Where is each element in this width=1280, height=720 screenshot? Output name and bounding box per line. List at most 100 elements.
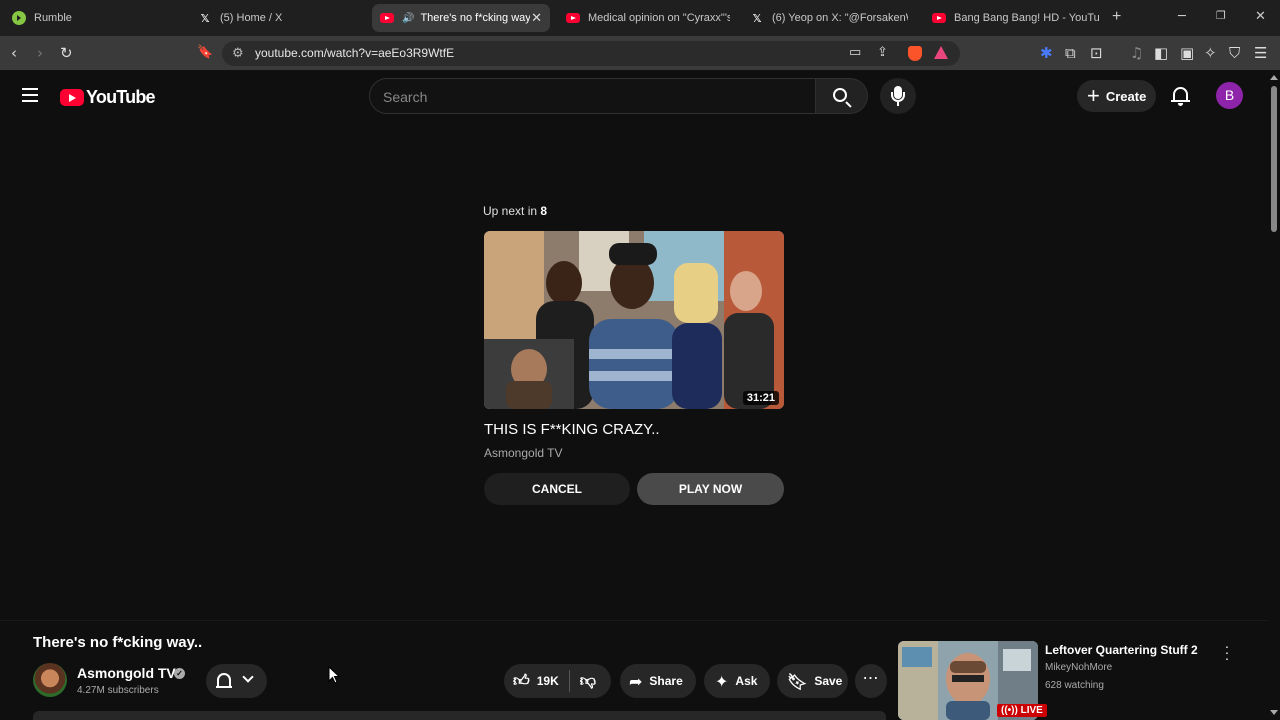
- address-bar[interactable]: ⚙ youtube.com/watch?v=aeEo3R9WtfE ▭ ⇪: [222, 41, 960, 66]
- screenshot-icon[interactable]: ⊡: [1090, 44, 1103, 62]
- cancel-button[interactable]: CANCEL: [484, 473, 630, 505]
- recommendation-viewers: 628 watching: [1045, 680, 1104, 691]
- voice-search-button[interactable]: [880, 78, 916, 114]
- up-next-title[interactable]: THIS IS F**KING CRAZY..: [484, 421, 660, 438]
- broadcast-icon: ((•)): [1001, 705, 1021, 716]
- page-scrollbar[interactable]: [1268, 72, 1280, 720]
- bookmark-icon[interactable]: 🔖: [197, 44, 213, 62]
- tab-close-icon[interactable]: ✕: [531, 10, 542, 26]
- account-avatar[interactable]: B: [1216, 82, 1243, 109]
- tab-x-home[interactable]: 𝕏 (5) Home / X: [190, 5, 366, 31]
- share-page-icon[interactable]: ⇪: [877, 44, 888, 62]
- subscriber-count: 4.27M subscribers: [77, 685, 159, 696]
- tab-title: Medical opinion on "Cyraxx"'s m: [588, 12, 730, 24]
- share-label: Share: [649, 674, 683, 688]
- recommendation-title[interactable]: Leftover Quartering Stuff 2: [1045, 643, 1198, 657]
- youtube-icon: [566, 13, 580, 23]
- search-placeholder: Search: [383, 89, 428, 105]
- save-button[interactable]: 🔖︎ Save: [777, 664, 848, 698]
- menu-icon[interactable]: ☰: [1254, 44, 1267, 62]
- channel-name[interactable]: Asmongold TV: [77, 665, 176, 681]
- share-icon: ➦: [629, 671, 643, 691]
- tab-title: (5) Home / X: [220, 12, 283, 24]
- recommendation-channel[interactable]: MikeyNohMore: [1045, 662, 1112, 673]
- speaker-icon[interactable]: 🔊: [402, 13, 414, 24]
- search-input[interactable]: Search: [369, 78, 816, 114]
- up-next-thumbnail[interactable]: 31:21: [484, 231, 784, 409]
- cast-icon[interactable]: ▭: [849, 44, 861, 62]
- thumbs-down-icon[interactable]: 👎︎: [580, 671, 596, 691]
- play-now-button[interactable]: PLAY NOW: [637, 473, 784, 505]
- new-tab-icon[interactable]: +: [1112, 8, 1121, 26]
- tab-medical-opinion[interactable]: Medical opinion on "Cyraxx"'s m: [558, 5, 730, 31]
- youtube-logo[interactable]: YouTube: [60, 87, 156, 108]
- tab-rumble[interactable]: Rumble: [4, 5, 182, 31]
- guide-menu-icon[interactable]: [22, 88, 38, 102]
- youtube-icon: [932, 13, 946, 23]
- restore-icon[interactable]: ❐: [1216, 9, 1226, 22]
- brave-rewards-icon[interactable]: [934, 46, 948, 59]
- forward-icon[interactable]: ›: [37, 44, 43, 62]
- create-button[interactable]: + Create: [1077, 80, 1156, 112]
- search-button[interactable]: [816, 78, 868, 114]
- more-actions-button[interactable]: ⋯: [855, 664, 887, 698]
- window-close-icon[interactable]: ✕: [1255, 9, 1266, 24]
- rumble-icon: [12, 11, 26, 25]
- plus-icon: +: [1087, 83, 1100, 108]
- scroll-thumb[interactable]: [1271, 86, 1277, 232]
- subscribed-notifications-button[interactable]: [206, 664, 267, 698]
- logo-text: YouTube: [86, 87, 156, 107]
- scroll-down-arrow-icon[interactable]: [1270, 710, 1278, 715]
- video-title: There's no f*cking way..: [33, 634, 203, 651]
- like-dislike-group: 👍︎ 19K 👎︎: [504, 664, 611, 698]
- wallet-icon[interactable]: ✱: [1040, 44, 1053, 62]
- live-badge: ((•)) LIVE: [997, 704, 1047, 717]
- url-text[interactable]: youtube.com/watch?v=aeEo3R9WtfE: [255, 46, 454, 60]
- minimize-icon[interactable]: ─: [1178, 9, 1186, 24]
- notifications-bell-icon[interactable]: [1171, 86, 1190, 106]
- create-label: Create: [1105, 88, 1147, 104]
- reload-icon[interactable]: ↻: [60, 44, 73, 62]
- media-icon[interactable]: ♫: [1130, 44, 1143, 62]
- site-info-icon[interactable]: ⚙: [232, 45, 244, 61]
- tab-youtube-active[interactable]: 🔊 There's no f*cking way.. ✕: [372, 4, 550, 32]
- channel-avatar[interactable]: [33, 663, 67, 697]
- leo-ai-icon[interactable]: ✧: [1204, 44, 1217, 62]
- save-playlist-icon: 🔖︎: [787, 671, 808, 691]
- description-box[interactable]: [33, 711, 886, 720]
- countdown: 8: [540, 204, 548, 218]
- up-next-channel[interactable]: Asmongold TV: [484, 446, 563, 460]
- scroll-up-arrow-icon[interactable]: [1270, 75, 1278, 80]
- like-count: 19K: [536, 674, 559, 688]
- youtube-icon: [380, 13, 394, 23]
- kebab-menu-icon[interactable]: · · ·: [1222, 639, 1232, 665]
- browser-tab-bar: Rumble 𝕏 (5) Home / X 🔊 There's no f*cki…: [0, 0, 1280, 36]
- crypto-wallet-icon[interactable]: ▣: [1180, 44, 1194, 62]
- sparkle-icon: ✦: [715, 671, 729, 691]
- mouse-cursor-icon: [328, 666, 340, 684]
- brave-shield-icon[interactable]: [908, 46, 922, 61]
- tab-x-yeop[interactable]: 𝕏 (6) Yeop on X: "@ForsakenWan: [742, 5, 908, 31]
- tab-bang-bang[interactable]: Bang Bang Bang! HD - YouTube: [924, 5, 1100, 31]
- ask-label: Ask: [735, 674, 758, 688]
- chevron-down-icon: [242, 671, 254, 683]
- save-label: Save: [814, 674, 843, 688]
- up-next-label: Up next in 8: [483, 204, 548, 218]
- thumbs-up-icon: 👍︎: [513, 671, 530, 690]
- duration-badge: 31:21: [742, 391, 779, 405]
- player-divider: [0, 620, 1268, 621]
- tab-title: There's no f*cking way..: [420, 12, 531, 24]
- tab-title: Bang Bang Bang! HD - YouTube: [954, 12, 1100, 24]
- ask-button[interactable]: ✦ Ask: [704, 664, 770, 698]
- sidebar-icon[interactable]: ◧: [1154, 44, 1168, 62]
- vpn-icon[interactable]: ⛉: [1229, 44, 1240, 62]
- bell-icon: [216, 673, 232, 688]
- share-button[interactable]: ➦ Share: [620, 664, 696, 698]
- x-icon: 𝕏: [200, 11, 210, 25]
- extensions-icon[interactable]: ⧉: [1065, 44, 1076, 62]
- back-icon[interactable]: ‹: [11, 44, 17, 62]
- browser-toolbar: ‹ › ↻ 🔖 ⚙ youtube.com/watch?v=aeEo3R9Wtf…: [0, 36, 1280, 71]
- youtube-play-icon: [60, 89, 84, 106]
- x-icon: 𝕏: [752, 11, 762, 25]
- like-button[interactable]: 👍︎ 19K: [504, 671, 559, 691]
